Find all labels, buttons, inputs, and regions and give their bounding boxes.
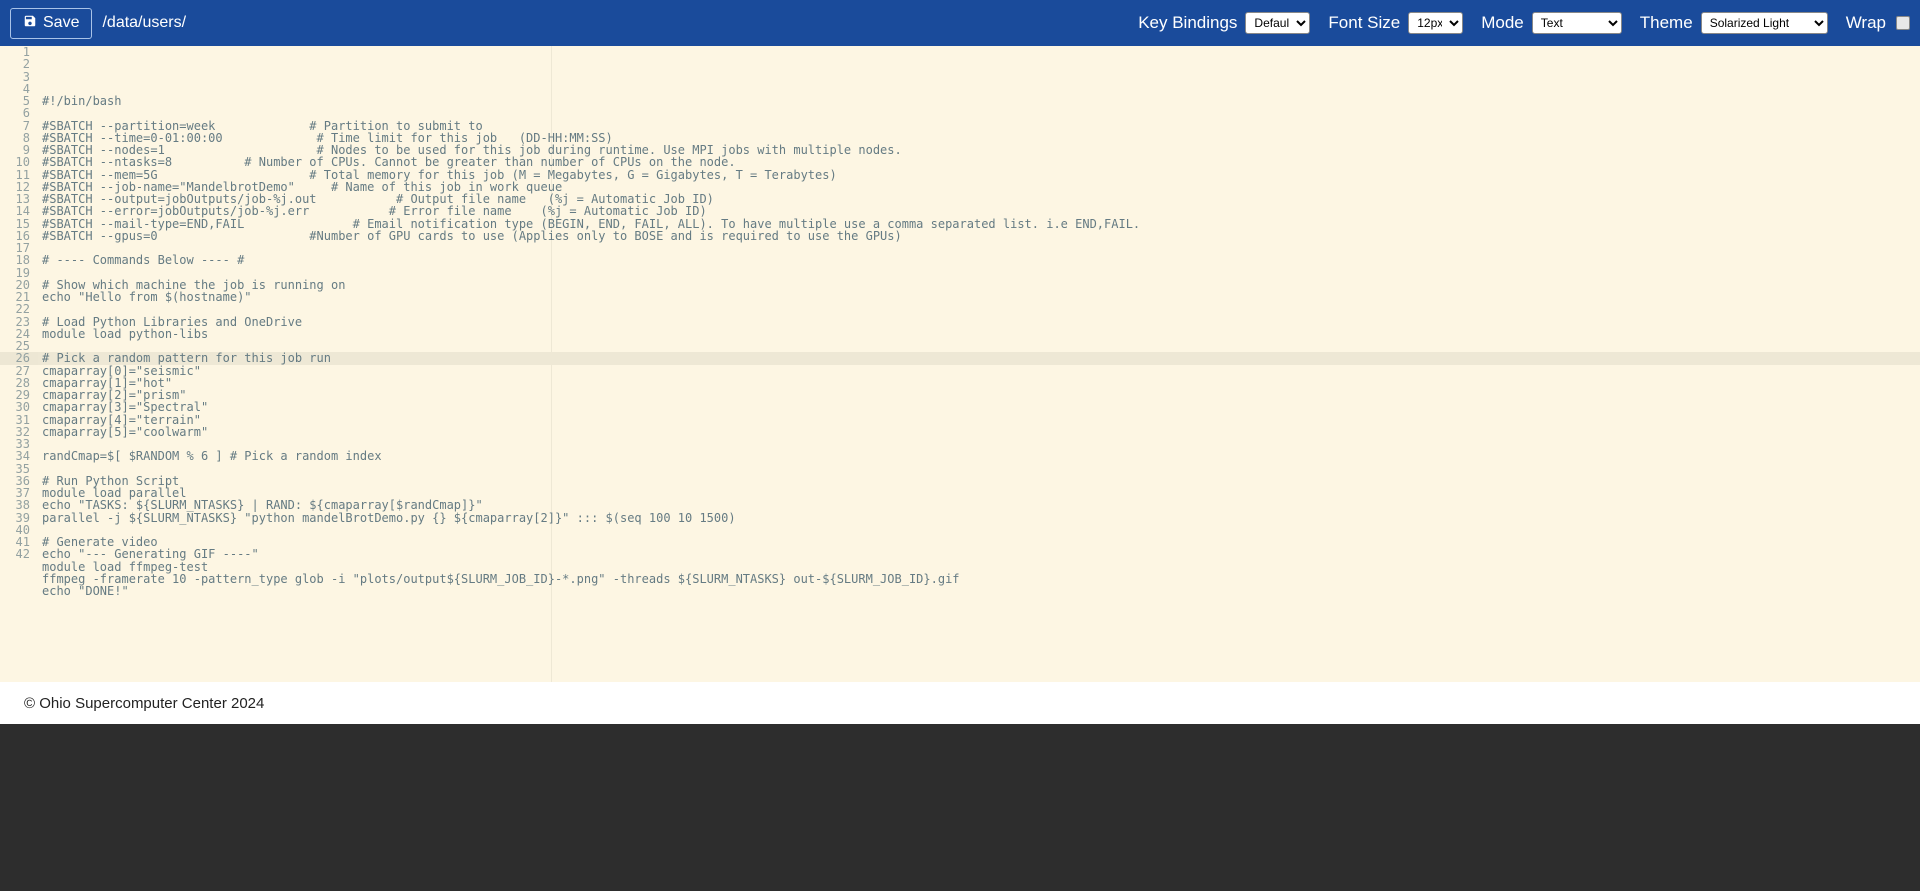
code-line[interactable]: echo "TASKS: ${SLURM_NTASKS} | RAND: ${c… [42,499,1920,511]
code-line[interactable]: cmaparray[3]="Spectral" [42,401,1920,413]
wrap-group: Wrap [1846,13,1910,33]
code-line[interactable]: # Pick a random pattern for this job run [42,352,1920,364]
code-line[interactable]: # Run Python Script [42,475,1920,487]
code-line[interactable]: #SBATCH --mail-type=END,FAIL # Email not… [42,218,1920,230]
line-number: 3 [0,71,38,83]
code-line[interactable]: echo "Hello from $(hostname)" [42,291,1920,303]
code-line[interactable]: #SBATCH --error=jobOutputs/job-%j.err # … [42,205,1920,217]
code-line[interactable]: # ---- Commands Below ---- # [42,254,1920,266]
line-number: 8 [0,132,38,144]
save-button[interactable]: Save [10,8,92,39]
line-number: 11 [0,169,38,181]
code-line[interactable]: #SBATCH --partition=week # Partition to … [42,120,1920,132]
code-line[interactable]: #SBATCH --mem=5G # Total memory for this… [42,169,1920,181]
line-number: 39 [0,512,38,524]
line-number: 35 [0,463,38,475]
code-line[interactable]: parallel -j ${SLURM_NTASKS} "python mand… [42,512,1920,524]
line-number: 5 [0,95,38,107]
line-number-gutter: 1234567891011121314151617181920212223242… [0,46,38,682]
code-line[interactable] [42,463,1920,475]
code-line[interactable]: cmaparray[4]="terrain" [42,414,1920,426]
code-line[interactable]: # Generate video [42,536,1920,548]
line-number: 14 [0,205,38,217]
line-number: 30 [0,401,38,413]
save-icon [23,14,37,33]
key-bindings-label: Key Bindings [1138,13,1237,33]
line-number: 18 [0,254,38,266]
code-line[interactable]: echo "DONE!" [42,585,1920,597]
footer: © Ohio Supercomputer Center 2024 [0,682,1920,724]
code-line[interactable]: cmaparray[0]="seismic" [42,365,1920,377]
code-line[interactable]: #SBATCH --ntasks=8 # Number of CPUs. Can… [42,156,1920,168]
file-path-visible: /data/users/ [102,14,186,31]
line-number: 4 [0,83,38,95]
code-line[interactable]: # Show which machine the job is running … [42,279,1920,291]
code-line[interactable]: #!/bin/bash [42,95,1920,107]
code-line[interactable] [42,267,1920,279]
line-number: 27 [0,365,38,377]
toolbar: Save /data/users/ Key Bindings Default F… [0,0,1920,46]
code-line[interactable]: cmaparray[2]="prism" [42,389,1920,401]
code-line[interactable]: cmaparray[1]="hot" [42,377,1920,389]
key-bindings-select[interactable]: Default [1245,12,1310,34]
code-line[interactable]: cmaparray[5]="coolwarm" [42,426,1920,438]
line-number: 2 [0,58,38,70]
wrap-checkbox[interactable] [1896,16,1910,30]
copyright-text: © Ohio Supercomputer Center 2024 [24,695,264,712]
font-size-group: Font Size 12px [1328,12,1463,34]
mode-group: Mode Text [1481,12,1622,34]
line-number: 19 [0,267,38,279]
code-line[interactable] [42,242,1920,254]
code-line[interactable] [42,597,1920,609]
line-number: 23 [0,316,38,328]
code-line[interactable] [42,303,1920,315]
font-size-label: Font Size [1328,13,1400,33]
mode-label: Mode [1481,13,1524,33]
line-number: 34 [0,450,38,462]
file-path: /data/users/ [102,14,186,32]
theme-select[interactable]: Solarized Light [1701,12,1828,34]
code-line[interactable]: # Load Python Libraries and OneDrive [42,316,1920,328]
code-line[interactable] [42,107,1920,119]
code-line[interactable]: echo "--- Generating GIF ----" [42,548,1920,560]
line-number: 15 [0,218,38,230]
key-bindings-group: Key Bindings Default [1138,12,1310,34]
line-number: 22 [0,303,38,315]
font-size-select[interactable]: 12px [1408,12,1463,34]
code-line[interactable]: module load python-libs [42,328,1920,340]
code-line[interactable] [42,524,1920,536]
save-button-label: Save [43,14,79,32]
line-number: 7 [0,120,38,132]
bottom-panel [0,724,1920,891]
line-number: 10 [0,156,38,168]
editor[interactable]: 1234567891011121314151617181920212223242… [0,46,1920,682]
code-line[interactable]: module load ffmpeg-test [42,561,1920,573]
mode-select[interactable]: Text [1532,12,1622,34]
code-line[interactable]: randCmap=$[ $RANDOM % 6 ] # Pick a rando… [42,450,1920,462]
wrap-label: Wrap [1846,13,1886,33]
line-number: 42 [0,548,38,560]
line-number: 26 [0,352,38,364]
code-line[interactable]: ffmpeg -framerate 10 -pattern_type glob … [42,573,1920,585]
line-number: 31 [0,414,38,426]
theme-group: Theme Solarized Light [1640,12,1828,34]
line-number: 1 [0,46,38,58]
code-line[interactable]: #SBATCH --gpus=0 #Number of GPU cards to… [42,230,1920,242]
line-number: 6 [0,107,38,119]
code-area[interactable]: #!/bin/bash #SBATCH --partition=week # Pa… [38,46,1920,682]
theme-label: Theme [1640,13,1693,33]
line-number: 38 [0,499,38,511]
